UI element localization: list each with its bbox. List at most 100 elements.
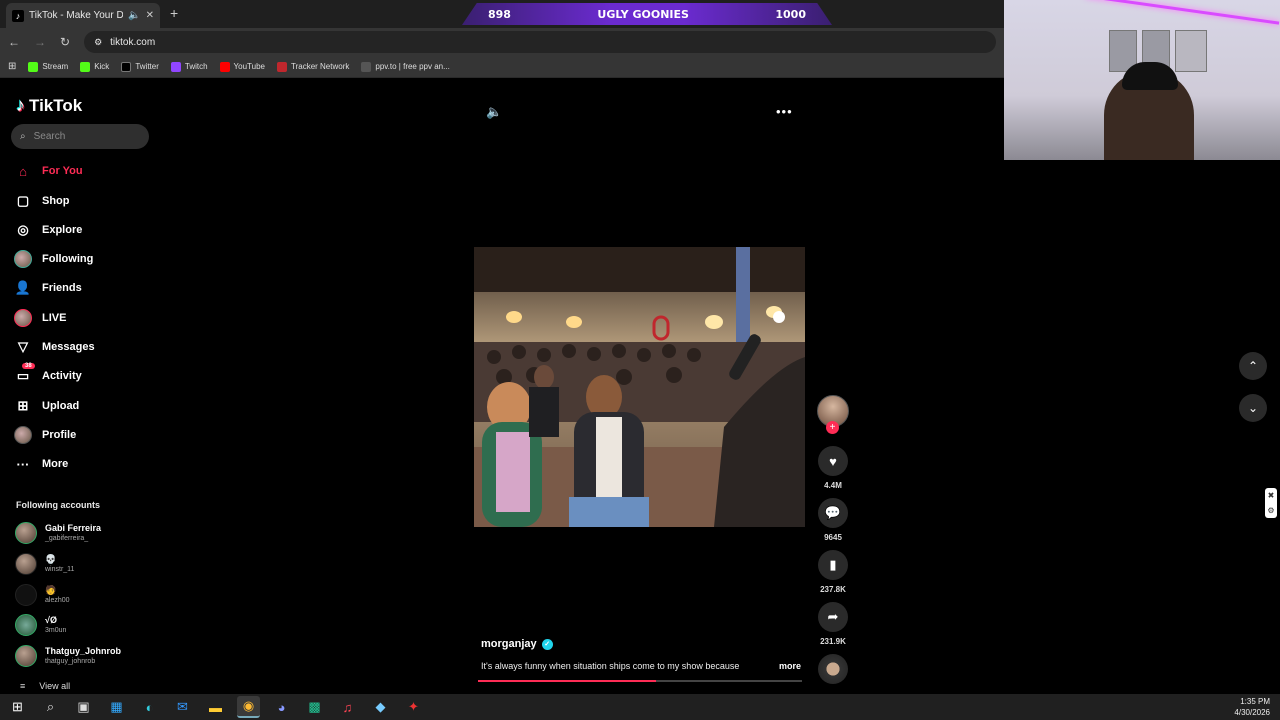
video-player[interactable] (474, 247, 805, 527)
caption-more-button[interactable]: more (779, 661, 801, 671)
music-app-icon[interactable]: ♫ (336, 696, 359, 718)
forward-icon[interactable]: → (34, 35, 46, 49)
youtube-icon (219, 61, 230, 72)
app-green-icon[interactable]: ▩ (303, 696, 326, 718)
share-arrow-icon[interactable]: ➦ (818, 602, 848, 632)
bookmark-label: Twitch (184, 62, 208, 71)
extension-widget-icon[interactable]: ✖ ⚙ (1265, 488, 1277, 518)
tiktok-note-icon: ♪ (16, 95, 25, 115)
list-icon: ≡ (20, 681, 26, 691)
account-name: √Ø (45, 615, 57, 625)
account-handle: thatguy_johnrob (45, 658, 96, 665)
account-handle: alezh00 (45, 597, 70, 604)
bookmark-icon[interactable]: ▮ (818, 550, 848, 580)
tab-audio-icon[interactable]: 🔈 (128, 10, 140, 21)
discord-icon[interactable]: ◕ (270, 696, 293, 718)
windows-taskbar: ⊞ ⌕ ▣ ▦ ◐ ✉ ▬ ◉ ◕ ▩ ♫ ◆ ✦ 1:35 PM 4/30/2… (0, 694, 1280, 720)
store-icon[interactable]: ▦ (105, 696, 128, 718)
nav-friends[interactable]: 👤 Friends (14, 279, 82, 297)
previous-video-chevron-up-icon[interactable]: ⌃ (1239, 352, 1267, 380)
video-progress-bar[interactable] (478, 680, 802, 682)
following-account[interactable]: Thatguy_Johnrob thatguy_johnrob (15, 645, 121, 667)
plus-square-icon: ⊞ (17, 398, 29, 413)
tab-close-icon[interactable]: ✕ (146, 10, 154, 21)
system-clock[interactable]: 1:35 PM 4/30/2026 (1234, 696, 1270, 718)
twitch-icon (170, 61, 181, 72)
avatar (15, 522, 37, 544)
bookmark-twitch[interactable]: Twitch (170, 61, 208, 72)
tiktok-favicon-icon: ♪ (12, 9, 24, 22)
save-action[interactable]: ▮ 237.8K (817, 550, 849, 594)
nav-for-you[interactable]: ⌂ For You (14, 162, 82, 180)
back-icon[interactable]: ← (8, 35, 20, 49)
bookmark-label: YouTube (233, 62, 265, 71)
next-video-chevron-down-icon[interactable]: ⌄ (1239, 394, 1267, 422)
bookmark-twitter[interactable]: Twitter (121, 61, 159, 72)
avatar (15, 645, 37, 667)
comment-icon[interactable]: 💬 (818, 498, 848, 528)
edge-icon[interactable]: ◐ (138, 696, 161, 718)
nav-label: Messages (42, 341, 95, 353)
chrome-icon[interactable]: ◉ (237, 696, 260, 718)
search-input[interactable]: ⌕ Search (11, 124, 149, 149)
app-red-icon[interactable]: ✦ (402, 696, 425, 718)
new-tab-button[interactable]: + (170, 5, 178, 21)
bookmark-ppv[interactable]: ppv.to | free ppv an... (361, 61, 450, 72)
bookmark-stream[interactable]: Stream (28, 61, 68, 72)
paper-plane-icon: ▽ (18, 339, 28, 354)
gear-icon[interactable]: ⚙ (1267, 506, 1274, 515)
friends-icon: 👤 (14, 280, 32, 295)
nav-following[interactable]: Following (14, 250, 93, 268)
nav-label: Shop (42, 195, 70, 207)
nav-explore[interactable]: ◎ Explore (14, 221, 82, 239)
bookmark-youtube[interactable]: YouTube (219, 61, 265, 72)
view-all-label: View all (39, 681, 71, 691)
nav-label: Activity (42, 370, 82, 382)
more-options-icon[interactable]: ••• (776, 104, 793, 119)
bookmark-kick[interactable]: Kick (80, 61, 109, 72)
avatar (15, 614, 37, 636)
nav-upload[interactable]: ⊞ Upload (14, 397, 80, 415)
volume-icon[interactable]: 🔈 (486, 104, 502, 120)
app-blue-icon[interactable]: ◆ (369, 696, 392, 718)
heart-icon[interactable]: ♥ (818, 446, 848, 476)
mail-icon[interactable]: ✉ (171, 696, 194, 718)
following-account[interactable]: 💀 winstr_11 (15, 553, 74, 575)
like-action[interactable]: ♥ 4.4M (817, 446, 849, 490)
bookmark-tracker[interactable]: Tracker Network (276, 61, 349, 72)
music-disc-icon[interactable] (818, 654, 848, 684)
browser-tab[interactable]: ♪ TikTok - Make Your Day 🔈 ✕ (6, 3, 160, 28)
nav-more[interactable]: ··· More (14, 455, 69, 473)
tiktok-logo[interactable]: ♪ TikTok (16, 95, 82, 116)
following-account[interactable]: Gabi Ferreira _gabiferreira_ (15, 522, 101, 544)
url-input[interactable]: ⚙ tiktok.com (84, 31, 996, 53)
search-icon[interactable]: ⌕ (39, 696, 62, 718)
nav-label: More (42, 458, 69, 470)
kick-icon (28, 61, 39, 72)
view-all-link[interactable]: ≡ View all (20, 681, 70, 691)
reload-icon[interactable]: ↻ (60, 35, 70, 49)
close-icon[interactable]: ✖ (1268, 491, 1275, 500)
nav-live[interactable]: LIVE (14, 309, 66, 327)
following-account[interactable]: √Ø 3m0un (15, 614, 66, 636)
nav-activity[interactable]: ▭ 38 Activity (14, 363, 82, 385)
nav-shop[interactable]: ▢ Shop (14, 192, 70, 210)
nav-messages[interactable]: ▽ Messages (14, 338, 95, 356)
caption-text: It's always funny when situation ships c… (481, 661, 740, 671)
windows-start-icon[interactable]: ⊞ (6, 696, 29, 718)
follow-plus-icon[interactable]: + (826, 421, 839, 434)
comment-action[interactable]: 💬 9645 (817, 498, 849, 542)
site-info-icon[interactable]: ⚙ (94, 37, 102, 48)
video-author[interactable]: morganjay ✓ (481, 638, 553, 650)
apps-grid-icon[interactable]: ⊞ (8, 61, 16, 72)
account-handle: winstr_11 (45, 566, 75, 573)
clock-date: 4/30/2026 (1234, 708, 1270, 717)
following-account[interactable]: 🧑 alezh00 (15, 584, 70, 606)
webcam-feed (1004, 0, 1280, 160)
like-count: 4.4M (824, 481, 842, 490)
share-action[interactable]: ➦ 231.9K (817, 602, 849, 646)
task-view-icon[interactable]: ▣ (72, 696, 95, 718)
following-accounts-title: Following accounts (16, 500, 101, 510)
nav-profile[interactable]: Profile (14, 426, 76, 444)
file-explorer-icon[interactable]: ▬ (204, 696, 227, 718)
